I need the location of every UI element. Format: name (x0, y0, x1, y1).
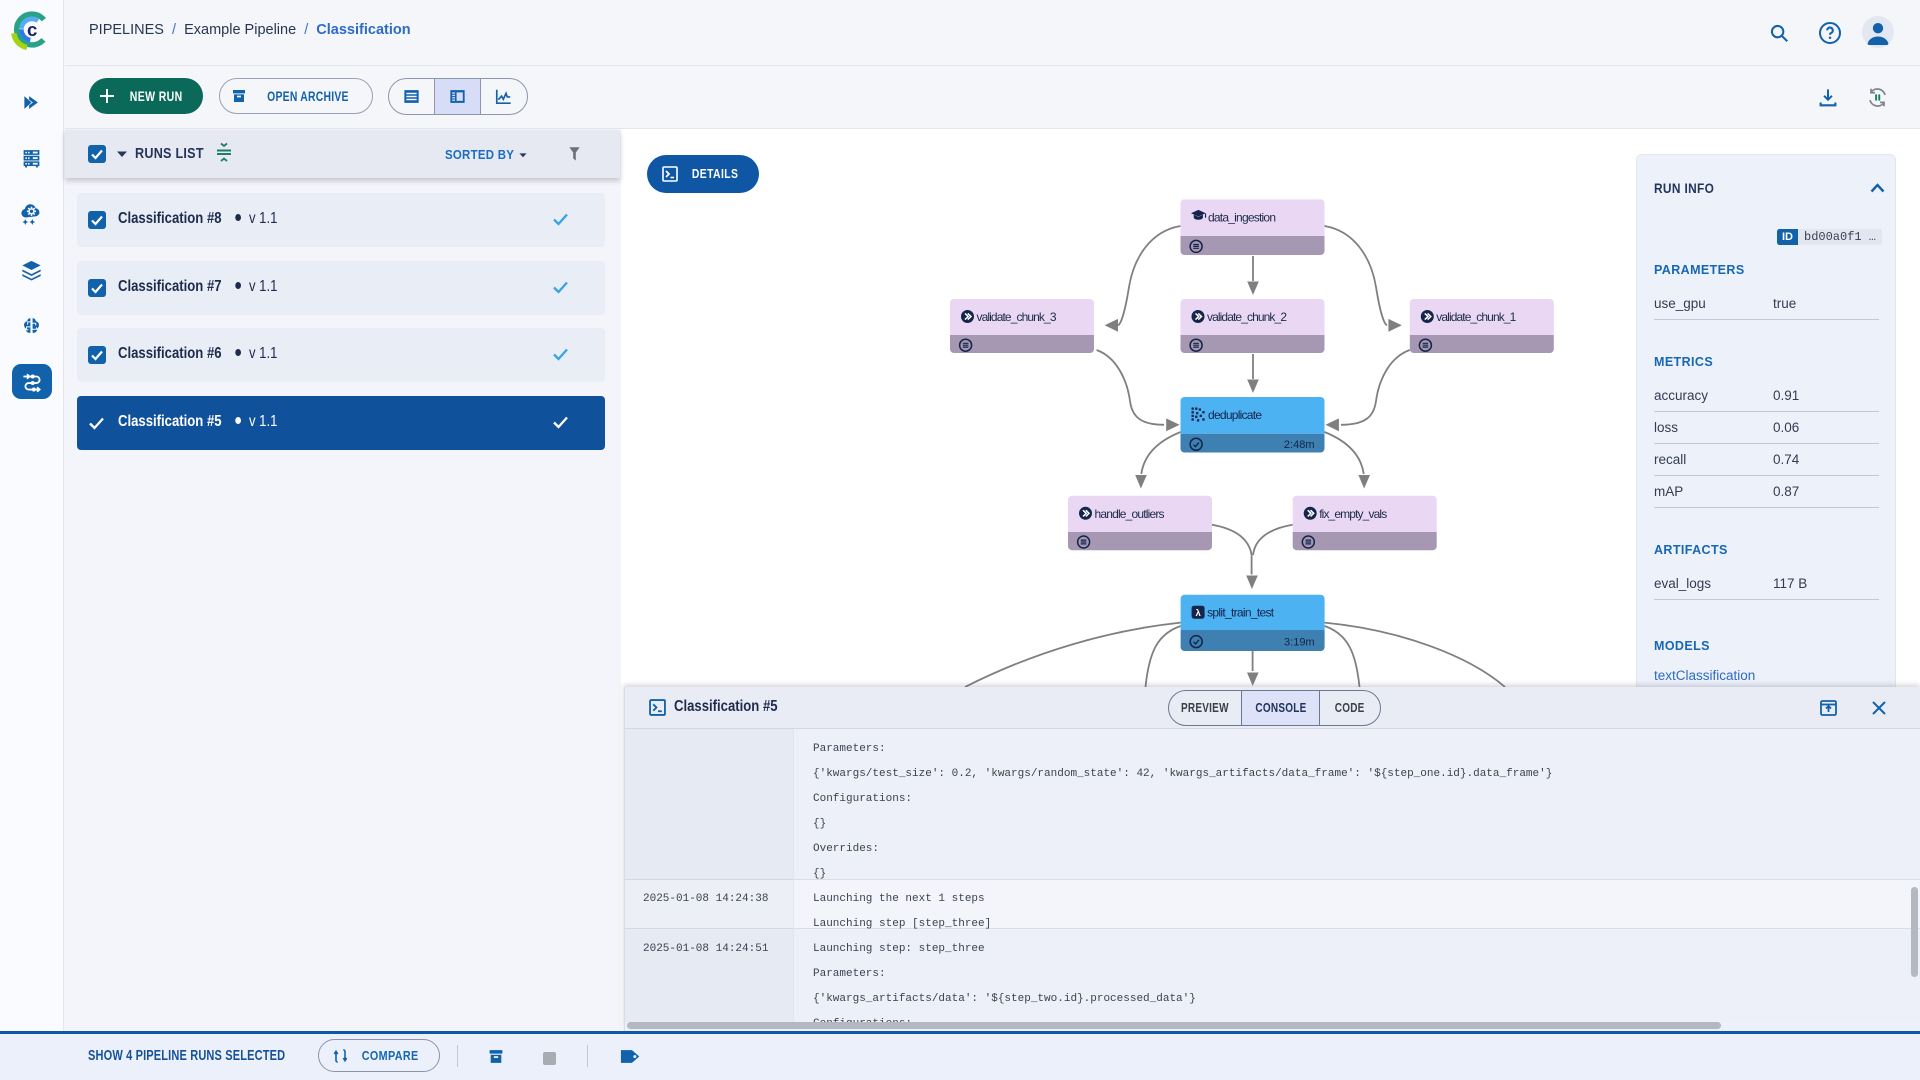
svg-text:3:19m: 3:19m (1284, 637, 1315, 649)
svg-text:2:48m: 2:48m (1284, 439, 1315, 451)
svg-text:data_ingestion: data_ingestion (1208, 210, 1276, 224)
svg-text:split_train_test: split_train_test (1207, 606, 1275, 620)
svg-text:validate_chunk_3: validate_chunk_3 (977, 310, 1057, 324)
svg-text:deduplicate: deduplicate (1208, 408, 1262, 422)
svg-text:validate_chunk_2: validate_chunk_2 (1207, 310, 1287, 324)
svg-text:c: c (27, 19, 37, 40)
svg-text:fix_empty_vals: fix_empty_vals (1319, 507, 1387, 521)
svg-text:validate_chunk_1: validate_chunk_1 (1436, 310, 1516, 324)
svg-text:handle_outliers: handle_outliers (1095, 507, 1165, 521)
svg-text:λ: λ (1195, 608, 1201, 619)
